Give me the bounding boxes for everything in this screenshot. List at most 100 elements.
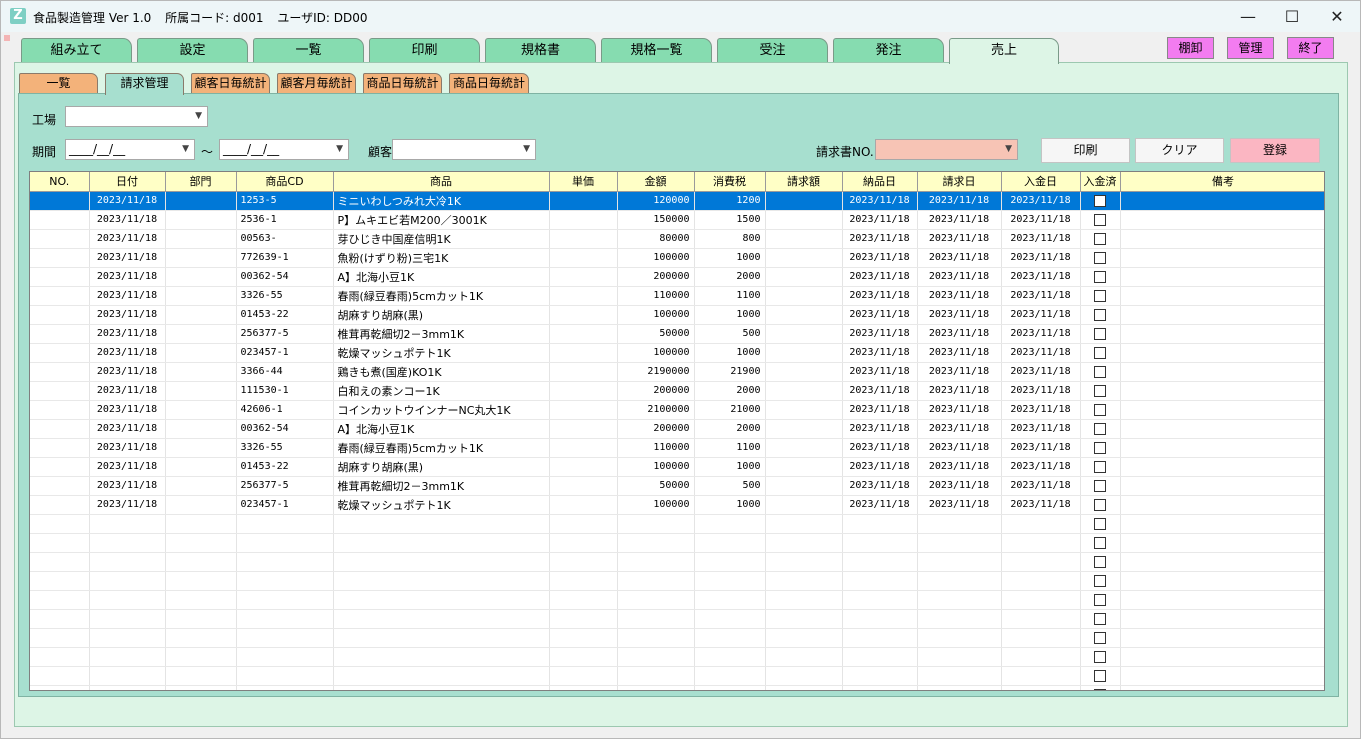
paid-checkbox[interactable] <box>1094 194 1106 207</box>
paid-checkbox[interactable] <box>1094 517 1106 530</box>
note-cell[interactable] <box>1120 476 1324 496</box>
column-header[interactable]: 請求日 <box>917 172 1002 192</box>
paid-checkbox[interactable] <box>1094 650 1106 663</box>
note-cell[interactable] <box>1120 438 1324 458</box>
table-row[interactable]: 2023/11/18 00563- 芽ひじき中国産信明1K 80000 800 2023/… <box>30 229 1324 249</box>
note-cell[interactable] <box>1120 362 1324 382</box>
table-row[interactable]: 2023/11/18 023457-1 乾燥マッシュポテト1K 100000 1000 2… <box>30 495 1324 515</box>
column-header[interactable]: 部門 <box>165 172 237 192</box>
column-header[interactable]: 単価 <box>549 172 618 192</box>
table-row[interactable]: 2023/11/18 111530-1 白和えの素ンコー1K 200000 2000 20… <box>30 381 1324 401</box>
paid-checkbox[interactable] <box>1094 555 1106 568</box>
note-cell[interactable] <box>1120 324 1324 344</box>
table-row[interactable]: 2023/11/18 00362-54 A】北海小豆1K 200000 2000 2023… <box>30 419 1324 439</box>
subtab-product-daily-2[interactable]: 商品日毎統計 <box>449 73 529 94</box>
column-header[interactable]: 納品日 <box>842 172 918 192</box>
paid-checkbox[interactable] <box>1094 441 1106 454</box>
close-icon[interactable]: ✕ <box>1314 1 1360 32</box>
paid-checkbox[interactable] <box>1094 574 1106 587</box>
table-row[interactable]: 2023/11/18 772639-1 魚粉(けずり粉)三宅1K 100000 1000… <box>30 248 1324 268</box>
subtab-customer-monthly[interactable]: 顧客月毎統計 <box>277 73 356 94</box>
note-cell[interactable] <box>1120 400 1324 420</box>
paid-checkbox[interactable] <box>1094 612 1106 625</box>
register-button[interactable]: 登録 <box>1230 138 1320 163</box>
note-cell[interactable] <box>1120 286 1324 306</box>
paid-checkbox[interactable] <box>1094 422 1106 435</box>
note-cell[interactable] <box>1120 495 1324 515</box>
table-row[interactable]: 2023/11/18 3366-44 鶏きも煮(国産)KO1K 2190000 2190… <box>30 362 1324 382</box>
paid-checkbox[interactable] <box>1094 403 1106 416</box>
paid-checkbox[interactable] <box>1094 593 1106 606</box>
paid-checkbox[interactable] <box>1094 536 1106 549</box>
minimize-icon[interactable]: — <box>1225 1 1271 32</box>
note-cell[interactable] <box>1120 229 1324 249</box>
period-to-picker[interactable]: ____/__/__ ▼ <box>219 139 349 160</box>
column-header[interactable]: 消費税 <box>694 172 766 192</box>
inventory-button[interactable]: 棚卸 <box>1167 37 1214 59</box>
subtab-list[interactable]: 一覧 <box>19 73 98 94</box>
subtab-billing[interactable]: 請求管理 <box>105 73 184 95</box>
note-cell[interactable] <box>1120 267 1324 287</box>
note-cell[interactable] <box>1120 457 1324 477</box>
column-header[interactable]: 請求額 <box>765 172 843 192</box>
subtab-product-daily[interactable]: 商品日毎統計 <box>363 73 442 94</box>
clear-button[interactable]: クリア <box>1135 138 1224 163</box>
note-cell[interactable] <box>1120 381 1324 401</box>
column-header[interactable]: 入金日 <box>1001 172 1081 192</box>
table-row[interactable]: 2023/11/18 3326-55 春雨(緑豆春雨)5cmカット1K 110000 1… <box>30 438 1324 458</box>
paid-checkbox[interactable] <box>1094 308 1106 321</box>
paid-checkbox[interactable] <box>1094 498 1106 511</box>
column-header[interactable]: 日付 <box>89 172 166 192</box>
paid-checkbox[interactable] <box>1094 688 1106 690</box>
tab-print[interactable]: 印刷 <box>369 38 480 63</box>
tab-spec-sheet[interactable]: 規格書 <box>485 38 596 63</box>
paid-checkbox[interactable] <box>1094 631 1106 644</box>
paid-checkbox[interactable] <box>1094 460 1106 473</box>
table-row[interactable] <box>30 590 1324 610</box>
customer-select[interactable]: ▼ <box>392 139 536 160</box>
table-row[interactable]: 2023/11/18 01453-22 胡麻すり胡麻(黒) 100000 1000 202… <box>30 305 1324 325</box>
column-header[interactable]: 備考 <box>1120 172 1324 192</box>
exit-button[interactable]: 終了 <box>1287 37 1334 59</box>
table-row[interactable] <box>30 514 1324 534</box>
paid-checkbox[interactable] <box>1094 251 1106 264</box>
paid-checkbox[interactable] <box>1094 289 1106 302</box>
tab-list[interactable]: 一覧 <box>253 38 364 63</box>
paid-checkbox[interactable] <box>1094 232 1106 245</box>
admin-button[interactable]: 管理 <box>1227 37 1274 59</box>
period-from-picker[interactable]: ____/__/__ ▼ <box>65 139 195 160</box>
paid-checkbox[interactable] <box>1094 270 1106 283</box>
column-header[interactable]: 金額 <box>617 172 695 192</box>
paid-checkbox[interactable] <box>1094 365 1106 378</box>
table-row[interactable]: 2023/11/18 023457-1 乾燥マッシュポテト1K 100000 1000 2… <box>30 343 1324 363</box>
note-cell[interactable] <box>1120 248 1324 268</box>
table-row[interactable]: 2023/11/18 01453-22 胡麻すり胡麻(黒) 100000 1000 202… <box>30 457 1324 477</box>
table-row[interactable]: 2023/11/18 2536-1 P】ムキエビ若M200／3001K 150000 1… <box>30 210 1324 230</box>
paid-checkbox[interactable] <box>1094 384 1106 397</box>
maximize-icon[interactable]: ☐ <box>1269 1 1315 32</box>
table-row[interactable] <box>30 571 1324 591</box>
table-row[interactable] <box>30 552 1324 572</box>
table-row[interactable] <box>30 628 1324 648</box>
paid-checkbox[interactable] <box>1094 213 1106 226</box>
table-row[interactable] <box>30 647 1324 667</box>
table-row[interactable]: 2023/11/18 00362-54 A】北海小豆1K 200000 2000 2023… <box>30 267 1324 287</box>
table-row[interactable] <box>30 533 1324 553</box>
note-cell[interactable] <box>1120 305 1324 325</box>
table-row[interactable] <box>30 685 1324 690</box>
table-row[interactable]: 2023/11/18 256377-5 椎茸再乾細切2－3mm1K 50000 500 2… <box>30 324 1324 344</box>
factory-select[interactable]: ▼ <box>65 106 208 127</box>
note-cell[interactable] <box>1120 419 1324 439</box>
table-row[interactable] <box>30 666 1324 686</box>
column-header[interactable]: 入金済 <box>1080 172 1121 192</box>
invoice-no-select[interactable]: ▼ <box>875 139 1018 160</box>
paid-checkbox[interactable] <box>1094 327 1106 340</box>
column-header[interactable]: 商品CD <box>236 172 334 192</box>
column-header[interactable]: NO. <box>30 172 90 192</box>
column-header[interactable]: 商品 <box>333 172 550 192</box>
tab-orders-received[interactable]: 受注 <box>717 38 828 63</box>
tab-purchase-orders[interactable]: 発注 <box>833 38 944 63</box>
paid-checkbox[interactable] <box>1094 669 1106 682</box>
note-cell[interactable] <box>1120 210 1324 230</box>
tab-settings[interactable]: 設定 <box>137 38 248 63</box>
